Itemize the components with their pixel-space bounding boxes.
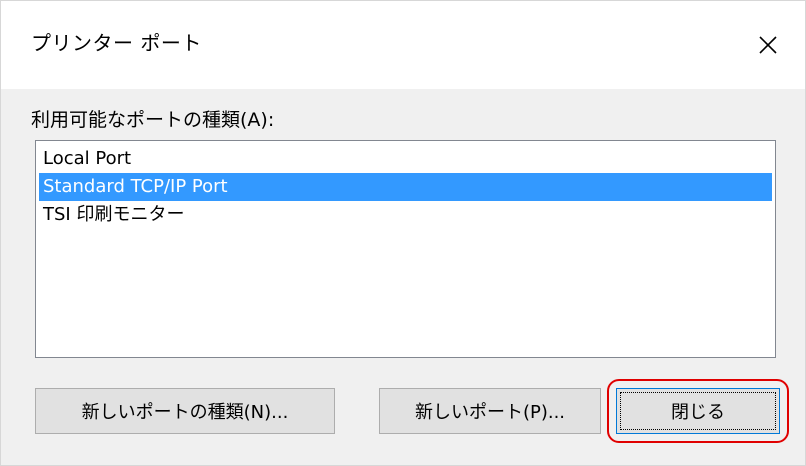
printer-ports-dialog: プリンター ポート 利用可能なポートの種類(A): Local Port Sta… <box>0 0 806 466</box>
list-item-local-port[interactable]: Local Port <box>39 145 772 173</box>
list-item-standard-tcpip-port[interactable]: Standard TCP/IP Port <box>39 173 772 201</box>
new-port-button[interactable]: 新しいポート(P)... <box>379 388 601 434</box>
list-item-tsi-print-monitor[interactable]: TSI 印刷モニター <box>39 201 772 229</box>
new-port-type-button-label: 新しいポートの種類(N)... <box>81 402 289 423</box>
window-title: プリンター ポート <box>31 31 202 55</box>
new-port-button-label: 新しいポート(P)... <box>414 402 566 423</box>
port-types-listbox[interactable]: Local Port Standard TCP/IP Port TSI 印刷モニ… <box>35 140 776 358</box>
title-bar: プリンター ポート <box>1 1 805 89</box>
close-icon <box>759 36 777 54</box>
highlight-annotation <box>607 379 789 443</box>
close-window-button[interactable] <box>731 1 805 89</box>
port-types-label: 利用可能なポートの種類(A): <box>31 109 275 131</box>
new-port-type-button[interactable]: 新しいポートの種類(N)... <box>35 388 335 434</box>
